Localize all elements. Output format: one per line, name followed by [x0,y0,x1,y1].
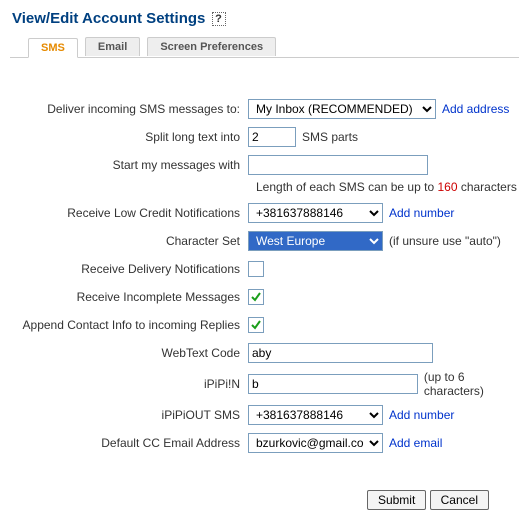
webtext-input[interactable] [248,343,433,363]
label-append: Append Contact Info to incoming Replies [10,318,248,332]
ipipiout-select[interactable]: +381637888146 [248,405,383,425]
add-email-link[interactable]: Add email [389,436,442,450]
charset-select[interactable]: West Europe [248,231,383,251]
incomplete-checkbox[interactable] [248,289,264,305]
label-deliver: Deliver incoming SMS messages to: [10,102,248,116]
help-icon[interactable]: ? [212,12,226,26]
split-suffix: SMS parts [302,130,358,144]
label-ipipiout: iPiPiOUT SMS [10,408,248,422]
ccemail-select[interactable]: bzurkovic@gmail.com [248,433,383,453]
label-webtext: WebText Code [10,346,248,360]
deliver-select[interactable]: My Inbox (RECOMMENDED) [248,99,436,119]
label-incomplete: Receive Incomplete Messages [10,290,248,304]
page-title: View/Edit Account Settings ? [12,10,519,27]
tab-email[interactable]: Email [85,37,140,56]
label-delivery: Receive Delivery Notifications [10,262,248,276]
add-number-link-1[interactable]: Add number [389,206,454,220]
length-note: Length of each SMS can be up to 160 char… [256,180,519,194]
add-address-link[interactable]: Add address [442,102,509,116]
tabstrip: SMS Email Screen Preferences [10,37,519,58]
label-start: Start my messages with [10,158,248,172]
label-ipipin: iPiPi!N [10,377,248,391]
button-bar: Submit Cancel [10,490,519,510]
charset-hint: (if unsure use "auto") [389,234,501,248]
add-number-link-2[interactable]: Add number [389,408,454,422]
delivery-checkbox[interactable] [248,261,264,277]
label-ccemail: Default CC Email Address [10,436,248,450]
label-charset: Character Set [10,234,248,248]
sms-settings-form: Deliver incoming SMS messages to: My Inb… [10,98,519,510]
page-title-text: View/Edit Account Settings [12,10,205,27]
start-input[interactable] [248,155,428,175]
tab-sms[interactable]: SMS [28,38,78,58]
submit-button[interactable]: Submit [367,490,426,510]
append-checkbox[interactable] [248,317,264,333]
lowcredit-select[interactable]: +381637888146 [248,203,383,223]
tab-screen-preferences[interactable]: Screen Preferences [147,37,276,56]
cancel-button[interactable]: Cancel [430,490,489,510]
split-input[interactable] [248,127,296,147]
label-split: Split long text into [10,130,248,144]
label-lowcredit: Receive Low Credit Notifications [10,206,248,220]
ipipin-input[interactable] [248,374,418,394]
ipipin-hint: (up to 6 characters) [424,370,519,398]
